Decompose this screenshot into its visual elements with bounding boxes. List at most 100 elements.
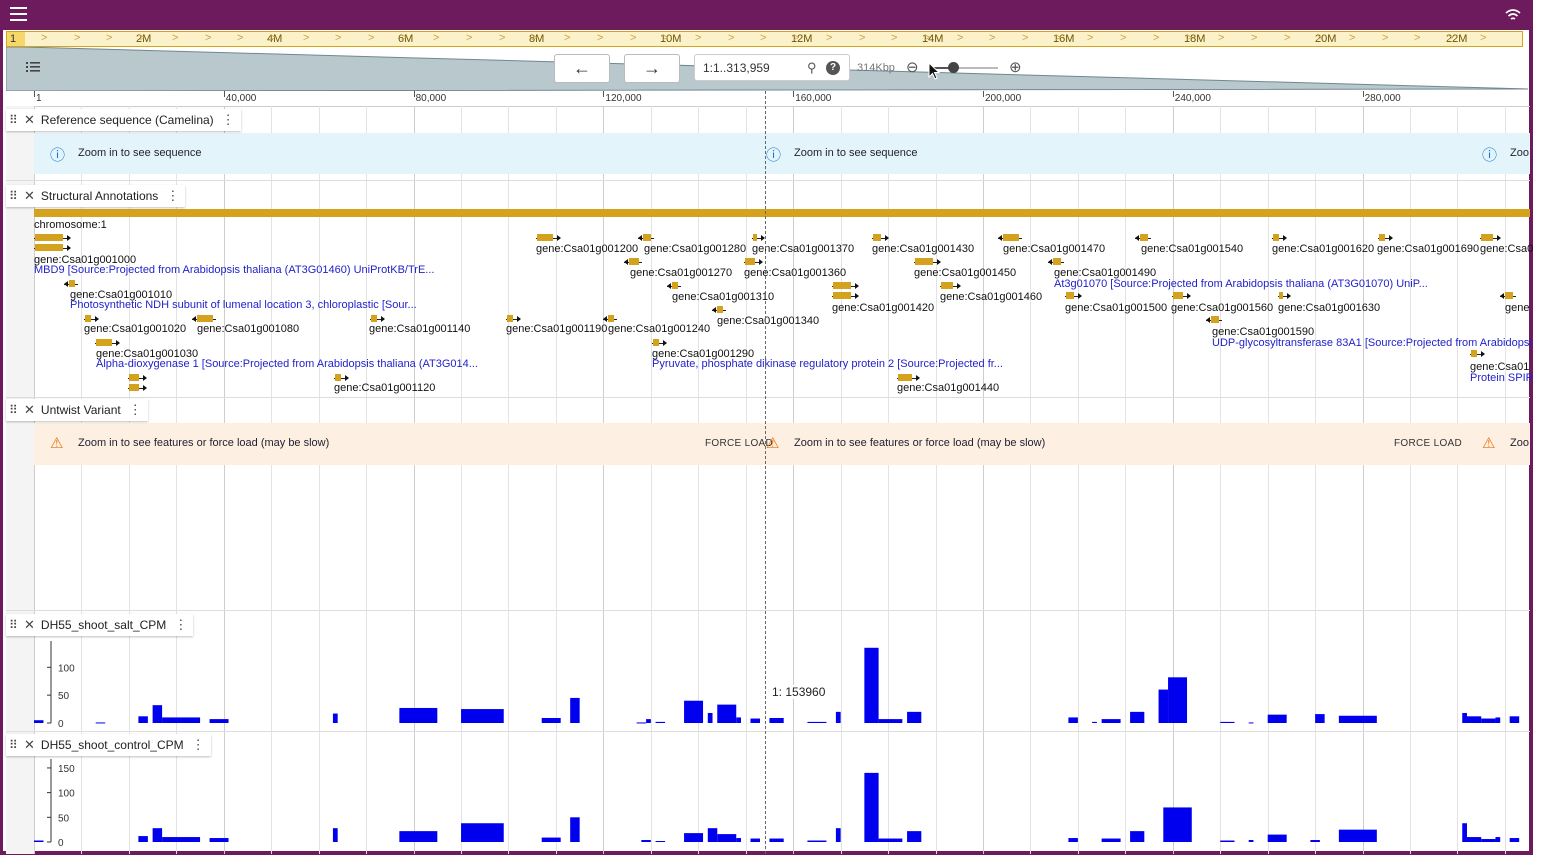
gene-label[interactable]: gene:Csa01g001240: [608, 323, 710, 335]
coverage-bar[interactable]: [1068, 838, 1078, 842]
coverage-bar[interactable]: [162, 717, 201, 723]
coverage-bar[interactable]: [332, 828, 338, 842]
gene-glyph[interactable]: [1135, 234, 1151, 242]
gene-label[interactable]: gene:Csa01g001440: [897, 382, 999, 394]
gene-glyph[interactable]: [34, 234, 71, 242]
gene-label[interactable]: gene:Csa01g001190: [506, 323, 607, 335]
gene-label[interactable]: gene:Csa01g001120: [334, 382, 435, 394]
help-icon[interactable]: ?: [826, 61, 840, 75]
coverage-bar[interactable]: [570, 817, 580, 842]
coverage-bar[interactable]: [138, 836, 148, 842]
drag-handle-icon[interactable]: ⠿: [9, 618, 18, 632]
coverage-bar[interactable]: [1130, 711, 1145, 723]
zoom-out-icon[interactable]: ⊖: [906, 58, 919, 76]
coverage-bar[interactable]: [736, 717, 742, 723]
coverage-bar[interactable]: [655, 841, 666, 843]
drag-handle-icon[interactable]: ⠿: [9, 403, 18, 417]
hamburger-menu-icon[interactable]: [10, 7, 27, 21]
track-header-control[interactable]: ⠿ ✕ DH55_shoot_control_CPM ⋮: [6, 734, 211, 756]
track-header-structural[interactable]: ⠿ ✕ Structural Annotations ⋮: [6, 185, 186, 207]
gene-label[interactable]: gene:Csa01g001310: [672, 291, 774, 303]
gene-glyph[interactable]: [1378, 234, 1393, 242]
gene-glyph[interactable]: [1172, 292, 1191, 300]
gene-label[interactable]: gene:Csa01g001450: [914, 267, 1016, 279]
more-vert-icon[interactable]: ⋮: [192, 737, 205, 753]
gene-label[interactable]: gene:Csa0: [1480, 243, 1533, 255]
gene-label[interactable]: gene:Csa01g001470: [1003, 243, 1105, 255]
gene-description[interactable]: MBD9 [Source:Projected from Arabidopsis …: [34, 264, 434, 276]
coverage-bar[interactable]: [1495, 717, 1501, 723]
gene-glyph[interactable]: [334, 374, 349, 382]
coverage-bar[interactable]: [1248, 722, 1254, 724]
coverage-bar[interactable]: [1509, 716, 1520, 723]
coverage-bar[interactable]: [769, 838, 784, 842]
coverage-bar[interactable]: [95, 722, 106, 724]
coverage-bar[interactable]: [461, 823, 504, 842]
gene-glyph[interactable]: [832, 282, 859, 290]
coverage-bar[interactable]: [1338, 715, 1377, 723]
coverage-bar[interactable]: [152, 828, 163, 842]
coverage-bar[interactable]: [835, 828, 841, 842]
more-vert-icon[interactable]: ⋮: [222, 112, 235, 128]
gene-label[interactable]: gene:Csa01g001420: [832, 302, 934, 314]
close-icon[interactable]: ✕: [24, 112, 35, 128]
gene-description[interactable]: UDP-glycosyltransferase 83A1 [Source:Pro…: [1212, 337, 1532, 349]
zoom-slider[interactable]: [934, 62, 998, 73]
coverage-bar[interactable]: [399, 831, 438, 842]
more-vert-icon[interactable]: ⋮: [166, 188, 179, 204]
coverage-bar[interactable]: [878, 838, 903, 842]
gene-glyph[interactable]: [652, 339, 667, 347]
coverage-bar[interactable]: [684, 700, 704, 723]
gene-glyph[interactable]: [1500, 292, 1516, 300]
coverage-bar[interactable]: [1130, 831, 1145, 842]
coverage-bar[interactable]: [750, 718, 760, 723]
gene-glyph[interactable]: [192, 315, 216, 323]
gene-label[interactable]: gene:Csa01g001430: [872, 243, 974, 255]
gene-label[interactable]: gene:Csa01g001620: [1272, 243, 1374, 255]
coverage-bar[interactable]: [332, 713, 338, 723]
gene-glyph[interactable]: [667, 282, 681, 290]
coverage-bar[interactable]: [807, 840, 827, 842]
coverage-bar[interactable]: [907, 711, 922, 723]
coverage-bar[interactable]: [1338, 829, 1377, 842]
drag-handle-icon[interactable]: ⠿: [9, 189, 18, 203]
gene-description[interactable]: At3g01070 [Source:Projected from Arabido…: [1054, 278, 1428, 290]
gene-glyph[interactable]: [128, 384, 147, 392]
gene-glyph[interactable]: [64, 280, 78, 288]
coverage-bar[interactable]: [1220, 840, 1235, 842]
gene-label[interactable]: gene:Csa01g001080: [197, 323, 299, 335]
coverage-bar[interactable]: [907, 831, 922, 842]
coverage-bar[interactable]: [878, 719, 903, 723]
gene-label[interactable]: gene:Csa01g001280: [644, 243, 746, 255]
coverage-bar[interactable]: [1163, 807, 1192, 842]
coverage-bar[interactable]: [717, 704, 737, 723]
gene-glyph[interactable]: [914, 258, 941, 266]
coverage-bar[interactable]: [736, 838, 742, 842]
coverage-bar[interactable]: [684, 833, 704, 842]
coverage-bar[interactable]: [864, 772, 879, 842]
coverage-bar[interactable]: [1310, 840, 1320, 842]
coverage-bar[interactable]: [399, 707, 438, 723]
gene-description[interactable]: Photosynthetic NDH subunit of lumenal lo…: [70, 299, 417, 311]
more-vert-icon[interactable]: ⋮: [129, 402, 142, 418]
gene-glyph[interactable]: [998, 234, 1022, 242]
forward-button[interactable]: →: [624, 54, 680, 83]
coverage-bar[interactable]: [707, 828, 718, 842]
back-button[interactable]: ←: [554, 54, 610, 83]
coverage-bar[interactable]: [1220, 721, 1235, 723]
gene-glyph[interactable]: [624, 258, 642, 266]
coverage-bar[interactable]: [570, 697, 580, 723]
track-header-salt[interactable]: ⠿ ✕ DH55_shoot_salt_CPM ⋮: [6, 614, 194, 636]
close-icon[interactable]: ✕: [24, 188, 35, 204]
coverage-bar[interactable]: [138, 716, 148, 723]
drag-handle-icon[interactable]: ⠿: [9, 113, 18, 127]
coverage-bar[interactable]: [835, 711, 841, 723]
gene-label[interactable]: gene:Csa01g001340: [717, 315, 819, 327]
coverage-bar[interactable]: [750, 838, 760, 842]
track-header-variant[interactable]: ⠿ ✕ Untwist Variant ⋮: [6, 399, 148, 421]
coverage-bar[interactable]: [707, 712, 713, 723]
search-icon[interactable]: ⚲: [807, 60, 817, 76]
gene-glyph[interactable]: [603, 315, 617, 323]
coverage-bar[interactable]: [1466, 716, 1482, 723]
gene-glyph[interactable]: [95, 339, 120, 347]
